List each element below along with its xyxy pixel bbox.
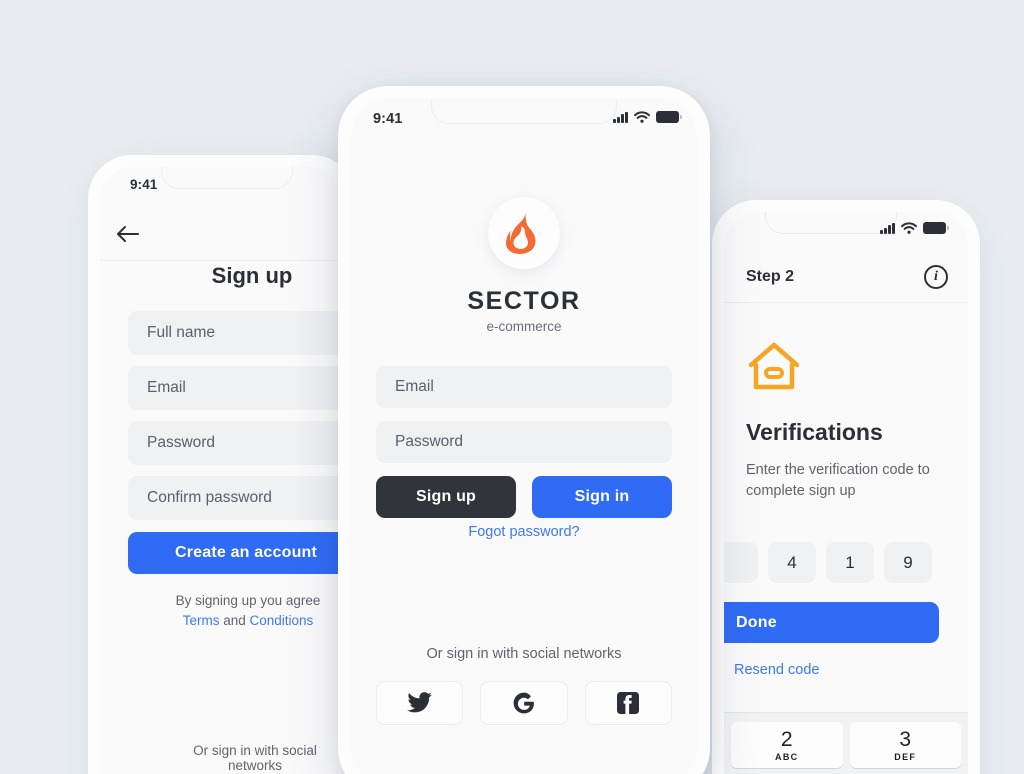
house-mail-icon (746, 340, 802, 399)
terms-link[interactable]: Terms (183, 613, 220, 628)
key-2-number: 2 (780, 727, 793, 751)
signup-screen: 9:41 Sign up Full name Email Password Co… (100, 167, 344, 774)
notch (765, 212, 898, 234)
wifi-icon (634, 111, 650, 123)
terms-and: and (219, 613, 250, 628)
verification-appbar: Step 2 i (724, 254, 968, 303)
signin-form: Email Password Sign up Sign in (376, 366, 672, 518)
twitter-login-button[interactable] (376, 681, 464, 725)
notch (431, 99, 617, 124)
brand-tagline: e-commerce (486, 319, 562, 334)
done-button[interactable]: Done (724, 602, 939, 643)
signup-appbar (100, 209, 344, 261)
forgot-password-link-wrap: Fogot password? (351, 524, 697, 540)
auth-button-row: Sign up Sign in (376, 476, 672, 518)
battery-icon (656, 111, 682, 123)
flame-icon (506, 212, 536, 254)
verification-heading: Verifications (746, 419, 883, 445)
phone-verification: Step 2 i Verifications Enter the verific… (712, 200, 980, 774)
numeric-keypad: 2 ABC 3 DEF (724, 712, 968, 774)
screenshot-stage: 9:41 Sign up Full name Email Password Co… (0, 0, 1024, 774)
password-input[interactable]: Password (376, 421, 672, 463)
info-icon[interactable]: i (924, 265, 948, 289)
status-icons (613, 111, 682, 123)
notch (160, 167, 293, 189)
page-title: Sign up (211, 263, 293, 288)
code-digit-3[interactable]: 9 (884, 542, 932, 583)
email-input[interactable]: Email (376, 366, 672, 408)
status-time: 9:41 (373, 111, 403, 127)
battery-icon (923, 222, 949, 234)
wifi-icon (901, 222, 917, 234)
code-input-row: 4 1 9 (724, 542, 932, 583)
signup-content: Sign up Full name Email Password Confirm… (100, 263, 344, 631)
create-account-button[interactable]: Create an account (128, 532, 344, 574)
code-digit-2[interactable]: 1 (826, 542, 874, 583)
confirm-password-input[interactable]: Confirm password (128, 476, 344, 520)
key-2[interactable]: 2 ABC (731, 722, 843, 768)
email-input[interactable]: Email (128, 366, 344, 410)
google-login-button[interactable] (480, 681, 568, 725)
terms-prefix: By signing up you agree (175, 593, 321, 608)
social-buttons-row (376, 681, 672, 725)
verification-subtitle: Enter the verification code to complete … (746, 462, 930, 499)
step-label: Step 2 (746, 268, 795, 285)
fullname-input[interactable]: Full name (128, 311, 344, 355)
brand-name: SECTOR (467, 287, 581, 315)
resend-code-link[interactable]: Resend code (734, 662, 819, 678)
key-3[interactable]: 3 DEF (849, 722, 961, 768)
signup-button[interactable]: Sign up (376, 476, 516, 518)
forgot-password-link[interactable]: Fogot password? (468, 524, 579, 540)
signin-social-note: Or sign in with social networks (426, 646, 622, 662)
code-digit-0[interactable] (724, 542, 758, 583)
keypad-row: 2 ABC 3 DEF (731, 722, 961, 768)
signin-screen: 9:41 SECTOR e-commerce Email Password Si… (351, 99, 697, 774)
signup-fields: Full name Email Password Confirm passwor… (100, 311, 344, 520)
phone-signin: 9:41 SECTOR e-commerce Email Password Si… (338, 86, 710, 774)
terms-text: By signing up you agree Terms and Condit… (100, 591, 344, 631)
facebook-login-button[interactable] (584, 681, 672, 725)
google-icon (513, 692, 534, 714)
key-3-letters: DEF (894, 751, 917, 762)
facebook-icon (617, 692, 640, 714)
twitter-icon (406, 692, 432, 713)
code-digit-1[interactable]: 4 (768, 542, 816, 583)
signup-social-note: Or sign in with social networks (193, 743, 317, 773)
conditions-link[interactable]: Conditions (249, 613, 313, 628)
key-2-letters: ABC (775, 751, 799, 762)
verification-screen: Step 2 i Verifications Enter the verific… (724, 212, 968, 774)
brand-logo (488, 197, 560, 269)
password-input[interactable]: Password (128, 421, 344, 465)
back-arrow-icon[interactable] (115, 223, 141, 245)
phone-signup: 9:41 Sign up Full name Email Password Co… (88, 155, 356, 774)
signin-button[interactable]: Sign in (532, 476, 672, 518)
key-3-number: 3 (899, 727, 912, 751)
status-time: 9:41 (130, 177, 158, 192)
